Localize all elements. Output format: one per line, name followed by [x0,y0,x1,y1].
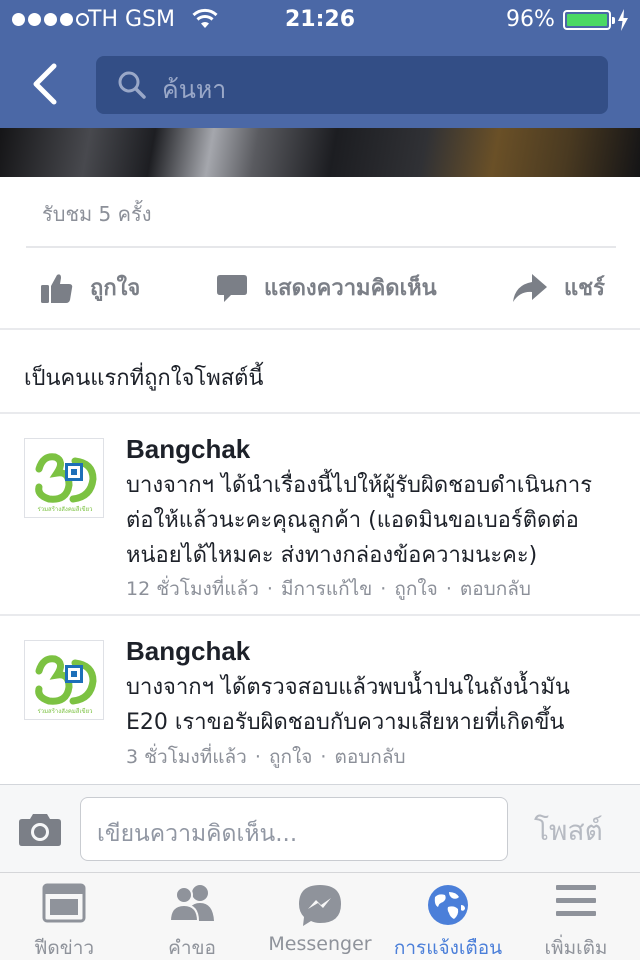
like-label: ถูกใจ [90,276,141,301]
comment-item: ร่วมสร้างสังคมสีเขียว Bangchak บางจากฯ ไ… [0,616,640,784]
notifications-globe-icon [428,885,468,925]
tab-label: เพิ่มเติม [544,937,608,959]
comment-author[interactable]: Bangchak [126,636,250,667]
battery-icon [563,10,615,30]
comment-reply-link[interactable]: ตอบกลับ [460,578,531,600]
divider [0,328,640,330]
comment-bubble-icon [217,274,247,302]
comment-label: แสดงความคิดเห็น [264,276,437,301]
share-label: แชร์ [564,276,605,301]
comment-like-link[interactable]: ถูกใจ [269,746,312,768]
charging-icon [618,9,628,31]
bangchak-logo-icon: ร่วมสร้างสังคมสีเขียว [35,453,97,513]
search-placeholder: ค้นหา [162,75,227,104]
svg-text:ร่วมสร้างสังคมสีเขียว: ร่วมสร้างสังคมสีเขียว [38,505,93,513]
share-button[interactable]: แชร์ [512,270,605,305]
comment-input[interactable]: เขียนความคิดเห็น... [80,797,508,861]
comment-author[interactable]: Bangchak [126,434,250,465]
edited-link[interactable]: มีการแก้ไข [281,578,372,600]
navigation-bar: TH GSM 21:26 96% ค้นหา [0,0,640,128]
tab-requests[interactable]: คำขอ [128,873,256,960]
first-like-prompt: เป็นคนแรกที่ถูกใจโพสต์นี้ [24,366,264,391]
tab-bar: ฟีดข่าว คำขอ Messenger การแจ้งเตือน เพิ่… [0,872,640,960]
messenger-icon [299,885,341,926]
avatar[interactable]: ร่วมสร้างสังคมสีเขียว [24,640,104,720]
news-feed-icon [42,883,86,923]
friend-requests-icon [168,885,214,922]
view-count: รับชม 5 ครั้ง [42,202,152,226]
bangchak-logo-icon: ร่วมสร้างสังคมสีเขียว [35,655,97,715]
comment-like-link[interactable]: ถูกใจ [394,578,437,600]
tab-more[interactable]: เพิ่มเติม [512,873,640,960]
comment-timestamp: 3 ชั่วโมงที่แล้ว [126,746,247,768]
comment-text: บางจากฯ ได้นำเรื่องนี้ไปให้ผู้รับผิดชอบด… [126,473,593,568]
tab-messenger[interactable]: Messenger [256,873,384,960]
comment-placeholder: เขียนความคิดเห็น... [97,821,298,847]
comment-reply-link[interactable]: ตอบกลับ [335,746,406,768]
comment-text: บางจากฯ ได้ตรวจสอบแล้วพบน้ำปนในถังน้ำมัน… [126,675,570,735]
post-actions: ถูกใจ แสดงความคิดเห็น แชร์ [0,248,640,328]
thumbs-up-icon [41,273,73,303]
like-button[interactable]: ถูกใจ [40,270,140,305]
tab-news-feed[interactable]: ฟีดข่าว [0,873,128,960]
post-photo[interactable] [0,128,640,177]
comment-meta: 12 ชั่วโมงที่แล้ว · มีการแก้ไข · ถูกใจ ·… [126,578,531,600]
camera-icon[interactable] [18,811,62,847]
comment-button[interactable]: แสดงความคิดเห็น [216,270,437,305]
status-bar: TH GSM 21:26 96% [0,0,640,40]
comment-meta: 3 ชั่วโมงที่แล้ว · ถูกใจ · ตอบกลับ [126,746,406,768]
comment-timestamp: 12 ชั่วโมงที่แล้ว [126,578,259,600]
tab-notifications[interactable]: การแจ้งเตือน [384,873,512,960]
search-icon [118,71,146,99]
battery-percentage: 96% [506,7,555,32]
search-input[interactable]: ค้นหา [96,56,608,114]
back-chevron-icon[interactable] [26,62,66,106]
share-arrow-icon [513,273,547,302]
comment-item: ร่วมสร้างสังคมสีเขียว Bangchak บางจากฯ ไ… [0,414,640,614]
comment-composer: เขียนความคิดเห็น... โพสต์ [0,784,640,872]
svg-text:ร่วมสร้างสังคมสีเขียว: ร่วมสร้างสังคมสีเขียว [38,707,93,715]
more-menu-icon [556,885,596,916]
avatar[interactable]: ร่วมสร้างสังคมสีเขียว [24,438,104,518]
post-button[interactable]: โพสต์ [534,809,603,853]
